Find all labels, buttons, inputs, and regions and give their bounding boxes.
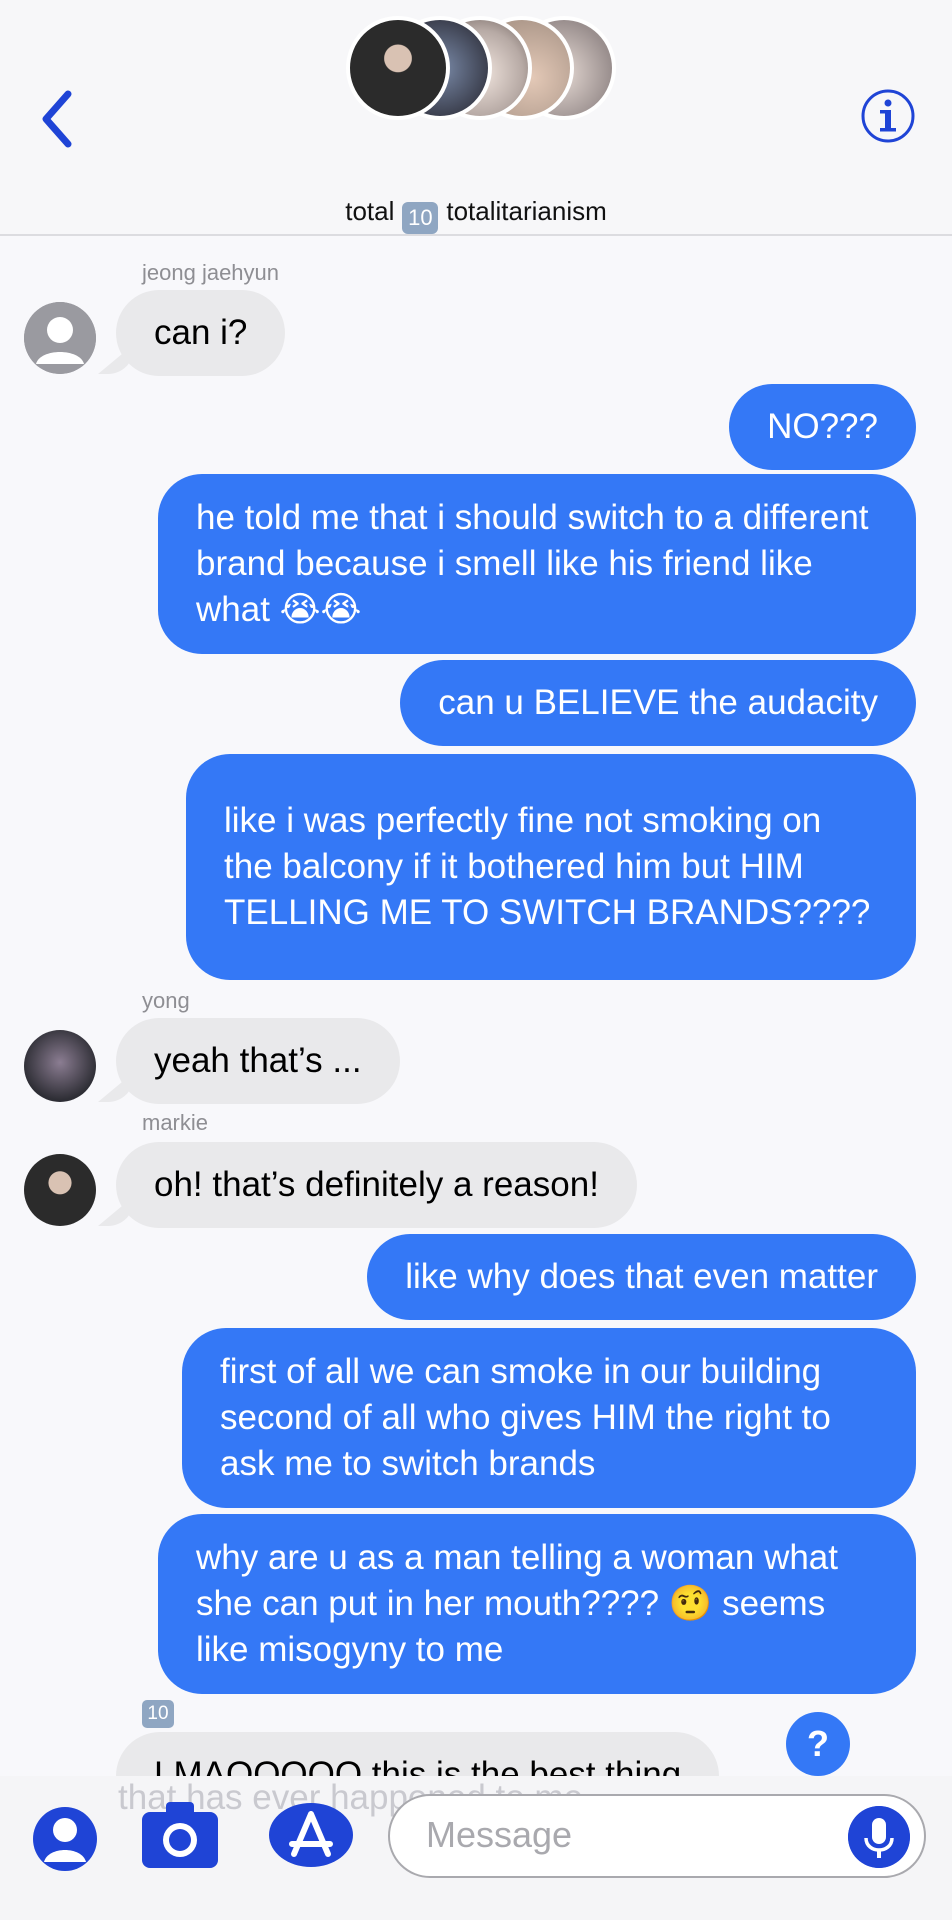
ten-keycap-badge: 10 — [142, 1700, 174, 1728]
message-bubble-outgoing[interactable]: can u BELIEVE the audacity — [400, 660, 916, 746]
message-bubble-incoming[interactable]: can i? — [116, 290, 286, 376]
contact-avatar — [24, 1154, 96, 1226]
app-store-icon[interactable] — [268, 1802, 354, 1868]
info-icon[interactable] — [860, 88, 916, 144]
memoji-icon[interactable] — [32, 1806, 98, 1872]
contact-avatar — [24, 302, 96, 374]
conversation-header: total 10 totalitarianism — [0, 0, 952, 236]
sender-name: jeong jaehyun — [142, 260, 280, 285]
contact-avatar — [24, 1030, 96, 1102]
message-bubble-outgoing[interactable]: like why does that even matter — [367, 1234, 916, 1320]
sender-name: yong — [142, 988, 190, 1013]
person-icon — [24, 302, 96, 374]
title-right: totalitarianism — [446, 196, 607, 226]
message-bubble-outgoing[interactable]: like i was perfectly fine not smoking on… — [186, 754, 916, 980]
message-bubble-incoming[interactable]: oh! that’s definitely a reason! — [116, 1142, 637, 1228]
ten-keycap-badge: 10 — [402, 202, 439, 234]
message-input[interactable]: Message — [388, 1794, 926, 1878]
microphone-icon[interactable] — [848, 1806, 910, 1868]
group-avatar-stack[interactable] — [346, 16, 616, 126]
message-bubble-incoming[interactable]: LMAOOOOO this is the best thing — [116, 1732, 720, 1776]
message-list[interactable]: jeong jaehyun can i? NO??? he told me th… — [0, 236, 952, 1776]
message-placeholder: Message — [426, 1814, 573, 1855]
camera-icon[interactable] — [140, 1798, 220, 1870]
message-bubble-outgoing[interactable]: NO??? — [729, 384, 916, 470]
message-bubble-incoming[interactable]: yeah that’s ... — [116, 1018, 400, 1104]
composer-bar: that has ever happened to me Message — [0, 1776, 952, 1920]
member-avatar — [346, 16, 450, 120]
sender-name: markie — [142, 1110, 209, 1135]
title-left: total — [345, 196, 395, 226]
help-badge[interactable]: ? — [786, 1712, 850, 1776]
chevron-left-icon[interactable] — [34, 86, 84, 152]
group-title[interactable]: total 10 totalitarianism — [0, 196, 952, 234]
message-bubble-outgoing[interactable]: why are u as a man telling a woman what … — [158, 1514, 916, 1694]
message-bubble-outgoing[interactable]: he told me that i should switch to a dif… — [158, 474, 916, 654]
message-bubble-outgoing[interactable]: first of all we can smoke in our buildin… — [182, 1328, 916, 1508]
